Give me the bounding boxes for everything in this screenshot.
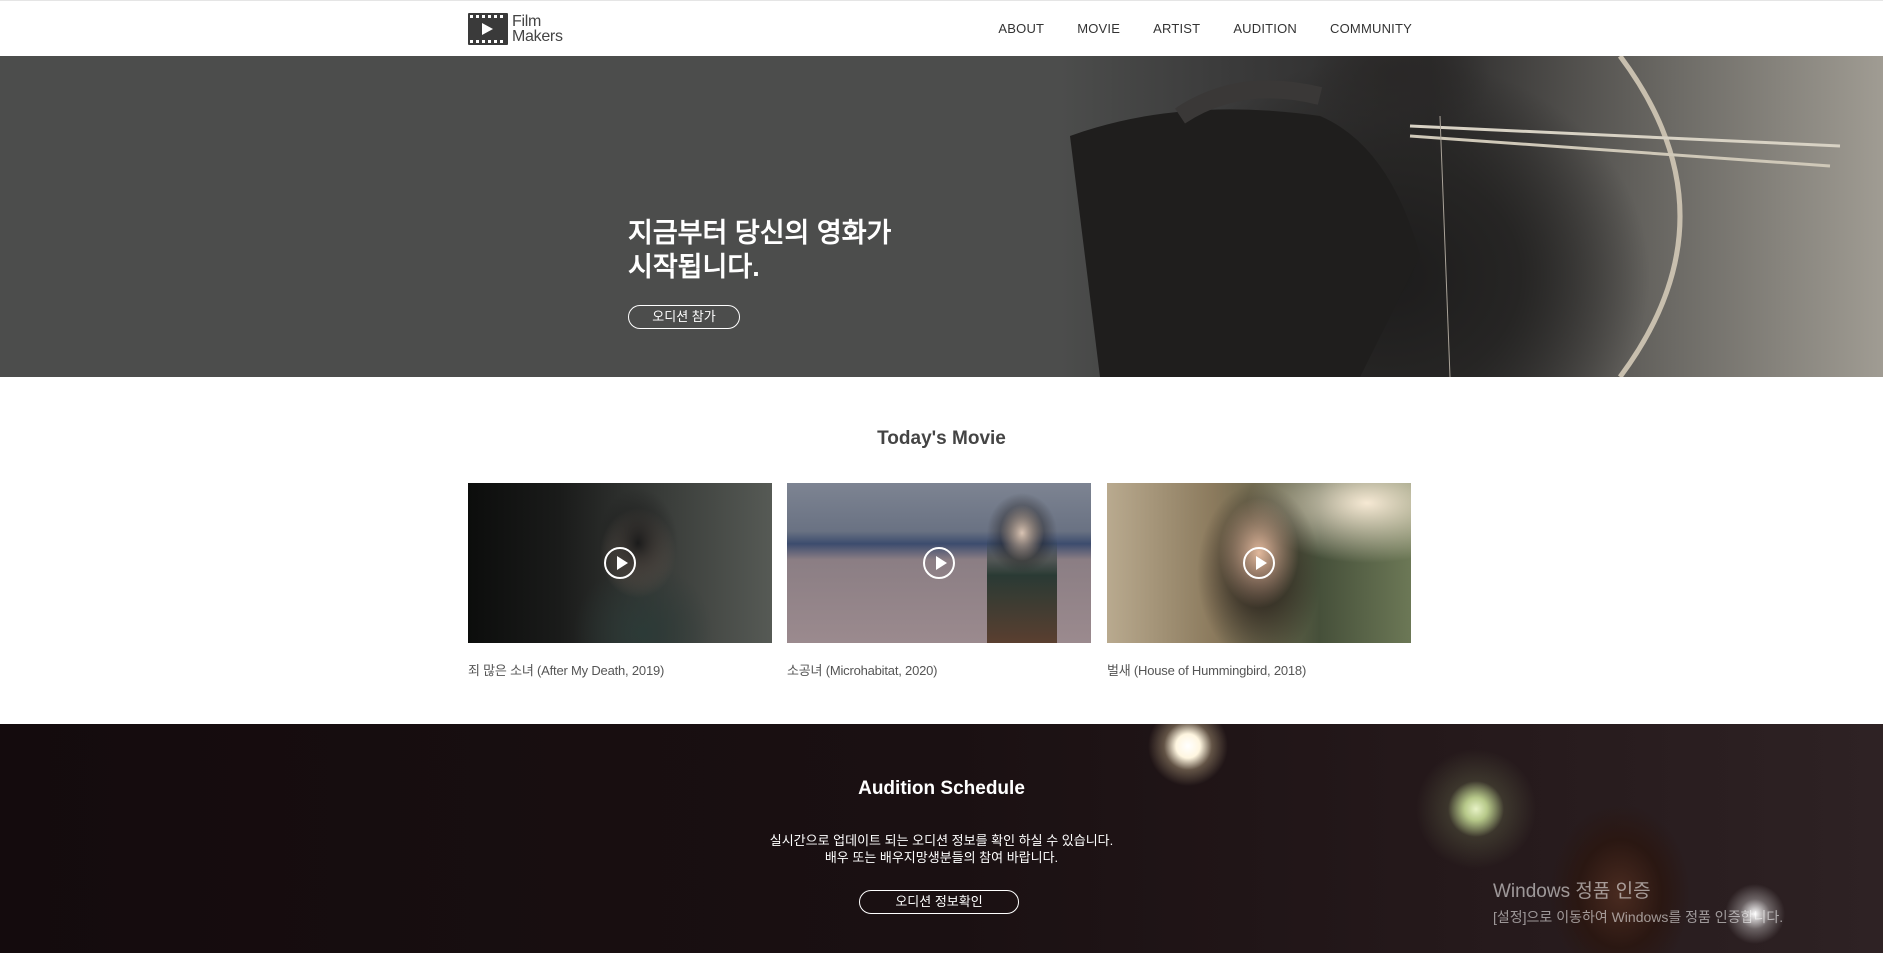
- film-logo-icon: [468, 13, 508, 45]
- audition-info-button[interactable]: 오디션 정보확인: [859, 890, 1019, 914]
- site-header: Film Makers ABOUT MOVIE ARTIST AUDITION …: [0, 0, 1883, 56]
- watermark-title: Windows 정품 인증: [1493, 881, 1651, 902]
- hero-title-line1: 지금부터 당신의 영화가: [628, 218, 892, 248]
- audition-title: Audition Schedule: [858, 778, 1025, 799]
- hero-banner: 지금부터 당신의 영화가 시작됩니다. 오디션 참가: [0, 56, 1883, 377]
- nav-community[interactable]: COMMUNITY: [1330, 21, 1412, 36]
- movie-thumbnail[interactable]: [787, 483, 1091, 643]
- nav-movie[interactable]: MOVIE: [1077, 21, 1120, 36]
- play-icon[interactable]: [923, 547, 955, 579]
- movie-caption[interactable]: 벌새 (House of Hummingbird, 2018): [1107, 660, 1411, 679]
- nav-artist[interactable]: ARTIST: [1153, 21, 1200, 36]
- logo-line1: Film: [512, 13, 542, 30]
- page: Film Makers ABOUT MOVIE ARTIST AUDITION …: [0, 0, 1883, 953]
- logo[interactable]: Film Makers: [468, 13, 563, 45]
- movie-thumbnail[interactable]: [1107, 483, 1411, 643]
- hero-title: 지금부터 당신의 영화가 시작됩니다.: [628, 216, 1028, 284]
- watermark-subtitle: [설정]으로 이동하여 Windows를 정품 인증합니다.: [1493, 909, 1784, 925]
- movie-card[interactable]: 죄 많은 소녀 (After My Death, 2019): [468, 483, 772, 679]
- hero-archer-image: [1060, 56, 1883, 377]
- main-nav: ABOUT MOVIE ARTIST AUDITION COMMUNITY: [998, 21, 1412, 36]
- movie-card[interactable]: 벌새 (House of Hummingbird, 2018): [1107, 483, 1411, 679]
- logo-line2: Makers: [512, 28, 563, 45]
- logo-text: Film Makers: [512, 13, 563, 45]
- movie-caption[interactable]: 죄 많은 소녀 (After My Death, 2019): [468, 660, 772, 679]
- hero-title-line2: 시작됩니다.: [628, 252, 760, 282]
- nav-audition[interactable]: AUDITION: [1233, 21, 1297, 36]
- todays-movie-title: Today's Movie: [877, 428, 1006, 449]
- movie-thumbnail[interactable]: [468, 483, 772, 643]
- play-icon[interactable]: [1243, 547, 1275, 579]
- movie-caption[interactable]: 소공녀 (Microhabitat, 2020): [787, 660, 1091, 679]
- audition-desc-line1: 실시간으로 업데이트 되는 오디션 정보를 확인 하실 수 있습니다.: [769, 833, 1114, 848]
- windows-activation-watermark: Windows 정품 인증 [설정]으로 이동하여 Windows를 정품 인증…: [1493, 876, 1783, 927]
- movie-card[interactable]: 소공녀 (Microhabitat, 2020): [787, 483, 1091, 679]
- play-icon[interactable]: [604, 547, 636, 579]
- audition-description: 실시간으로 업데이트 되는 오디션 정보를 확인 하실 수 있습니다. 배우 또…: [0, 832, 1883, 866]
- audition-desc-line2: 배우 또는 배우지망생분들의 참여 바랍니다.: [824, 850, 1059, 865]
- audition-join-button[interactable]: 오디션 참가: [628, 305, 740, 329]
- nav-about[interactable]: ABOUT: [998, 21, 1044, 36]
